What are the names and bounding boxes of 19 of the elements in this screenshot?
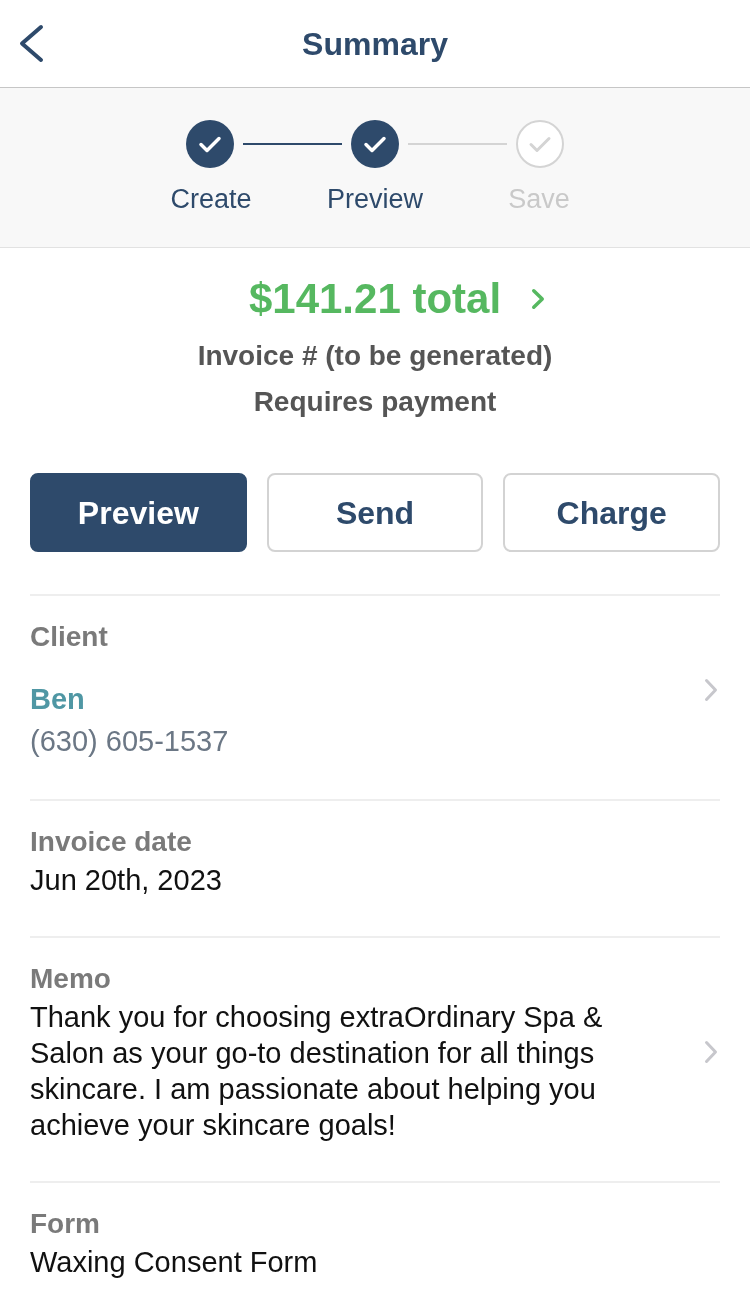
field-label: Memo bbox=[30, 962, 111, 996]
payment-status: Requires payment bbox=[253, 385, 497, 419]
invoice-number: Invoice # (to be generated) bbox=[197, 339, 553, 373]
chevron-right-icon bbox=[531, 288, 546, 310]
step-label: Create bbox=[170, 183, 252, 215]
field-value: Waxing Consent Form bbox=[30, 1245, 318, 1280]
client-phone: (630) 605-1537 bbox=[30, 724, 229, 759]
back-button[interactable] bbox=[18, 24, 44, 63]
action-button[interactable]: Send bbox=[266, 473, 484, 552]
field-value: Thank you for choosing extraOrdinary Spa & Salon as your go-to destination for all things skincare. I am passionate about helping you achieve your skincare goals! bbox=[30, 1000, 604, 1143]
step-label: Preview bbox=[327, 183, 423, 215]
field-value: Jun 20th, 2023 bbox=[30, 863, 222, 898]
field-label: Form bbox=[30, 1207, 100, 1241]
back-icon bbox=[18, 24, 44, 63]
action-button[interactable]: Charge bbox=[503, 473, 720, 552]
field-label: Client bbox=[30, 620, 108, 654]
field-label: Invoice date bbox=[30, 825, 192, 859]
screen-title: Summary bbox=[302, 24, 448, 64]
action-button[interactable]: Preview bbox=[30, 473, 247, 552]
